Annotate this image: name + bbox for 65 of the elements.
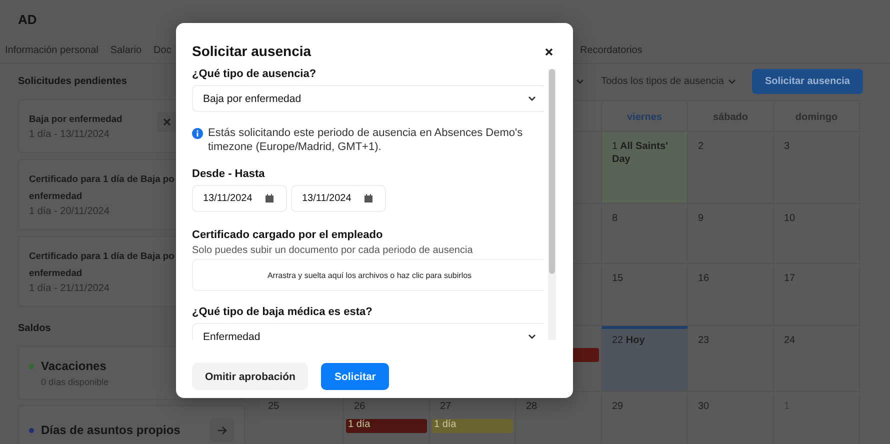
day-number: 2: [698, 140, 705, 153]
day-number: 8: [612, 212, 619, 225]
info-icon: [192, 128, 203, 139]
absence-event[interactable]: 1 día: [432, 419, 513, 433]
day-number: 25: [268, 400, 280, 413]
request-title: Certificado para 1 día de Baja po: [29, 172, 174, 185]
select-field[interactable]: Baja por enfermedad: [192, 85, 544, 112]
dialog-title: Solicitar ausencia: [192, 43, 312, 59]
day-number: 22 Hoy: [612, 334, 646, 347]
day-number: 23: [698, 334, 710, 347]
close-icon: [163, 118, 171, 126]
date-field[interactable]: 13/11/2024: [291, 185, 386, 212]
day-number: 15: [612, 272, 624, 285]
calendar-icon: [364, 194, 373, 203]
day-number: 24: [784, 334, 796, 347]
day-number: 28: [526, 400, 538, 413]
select-field[interactable]: Enfermedad: [192, 323, 544, 340]
file-dropzone[interactable]: Arrastra y suelta aquí los archivos o haz clic para subirlos: [192, 259, 544, 291]
submit-button[interactable]: Solicitar: [321, 363, 389, 390]
chevron-down-icon: [528, 334, 536, 339]
nav-tab[interactable]: Información personal: [5, 45, 98, 56]
day-number: 10: [784, 212, 796, 225]
day-number: 27: [440, 400, 452, 413]
day-number: 16: [698, 272, 710, 285]
scrollbar[interactable]: [548, 69, 556, 340]
arrow-right-icon: [217, 426, 227, 434]
user-initials: AD: [18, 12, 37, 26]
section-title: Saldos: [18, 323, 51, 334]
nav-tab[interactable]: Doc: [154, 45, 172, 56]
absence-event[interactable]: 1 día: [346, 419, 427, 433]
day-number: 30: [698, 400, 710, 413]
info-text: Estás solicitando este periodo de ausencia en Absences Demo's timezone (Europe/Madrid, GMT+1).: [208, 126, 524, 154]
request-title: enfermedad: [29, 266, 84, 279]
cancel-button[interactable]: [157, 112, 177, 132]
date-field[interactable]: 13/11/2024: [192, 185, 287, 212]
help-text: Solo puedes subir un documento por cada periodo de ausencia: [192, 245, 474, 256]
balance-card[interactable]: Días de asuntos propios: [18, 405, 245, 444]
day-number: 29: [612, 400, 624, 413]
chevron-down-icon: [528, 96, 536, 101]
open-button[interactable]: [210, 418, 234, 442]
nav-tab[interactable]: Salario: [110, 45, 142, 56]
chevron-down-icon: [576, 78, 584, 84]
field-label: ¿Qué tipo de baja médica es esta?: [192, 306, 374, 318]
request-title: Certificado para 1 día de Baja po: [29, 249, 174, 262]
weekday-label: viernes: [626, 112, 662, 123]
skip-approval-button[interactable]: Omitir aprobación: [192, 363, 308, 390]
day-number: 1 All Saints' Day: [612, 140, 669, 166]
day-number: 9: [698, 212, 705, 225]
chevron-down-icon: [728, 78, 736, 84]
day-number: 3: [784, 140, 791, 153]
filter-dropdown[interactable]: [576, 78, 584, 84]
balance-name: Días de asuntos propios: [41, 423, 180, 437]
field-label: Desde - Hasta: [192, 168, 266, 180]
request-absence-button[interactable]: Solicitar ausencia: [752, 68, 863, 94]
field-label: Certificado cargado por el empleado: [192, 229, 384, 241]
calendar-icon: [265, 194, 274, 203]
section-title: Solicitudes pendientes: [18, 76, 127, 87]
close-icon: [545, 48, 553, 56]
balance-name: Vacaciones: [41, 359, 106, 373]
nav-tab[interactable]: Recordatorios: [580, 45, 642, 56]
request-title: Baja por enfermedad: [29, 112, 124, 125]
day-number: 17: [784, 272, 796, 285]
day-number: 26: [354, 400, 366, 413]
field-label: ¿Qué tipo de ausencia?: [192, 68, 318, 80]
request-title: enfermedad: [29, 189, 84, 202]
